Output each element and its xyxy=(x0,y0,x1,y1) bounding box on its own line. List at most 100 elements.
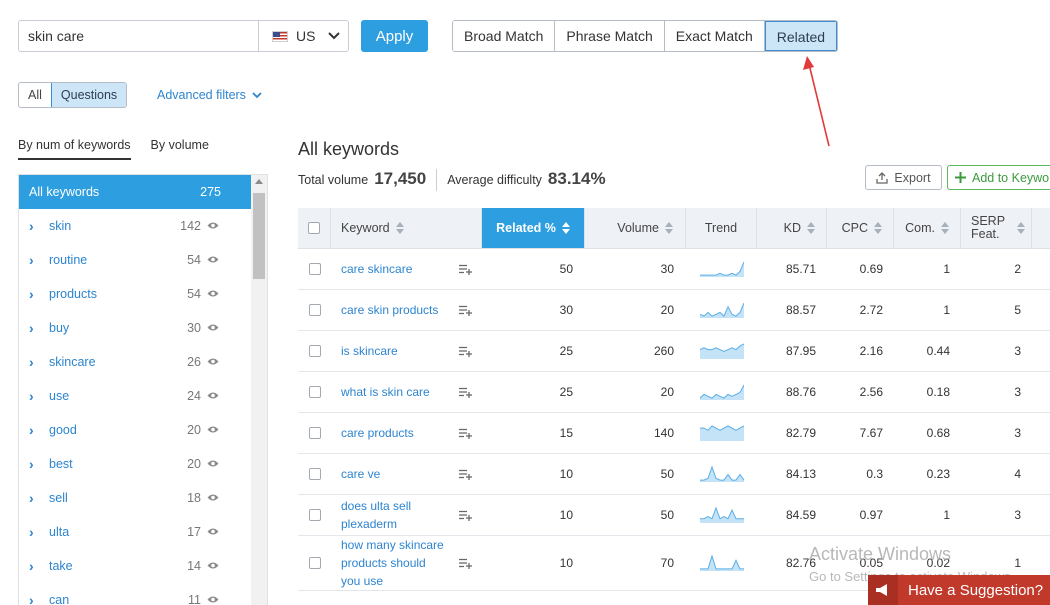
cpc-cell: 7.67 xyxy=(859,426,883,440)
suggestion-button[interactable]: Have a Suggestion? xyxy=(868,575,1050,605)
col-com[interactable]: Com. xyxy=(894,208,961,248)
expand-chevron-icon[interactable]: › xyxy=(29,422,49,438)
expand-chevron-icon[interactable]: › xyxy=(29,524,49,540)
group-item-skin[interactable]: › skin 142 xyxy=(19,209,251,243)
eye-icon[interactable] xyxy=(207,255,221,265)
tab-related[interactable]: Related xyxy=(764,21,838,51)
col-keyword[interactable]: Keyword xyxy=(331,208,482,248)
trend-sparkline xyxy=(686,249,757,289)
group-item-routine[interactable]: › routine 54 xyxy=(19,243,251,277)
col-related[interactable]: Related % xyxy=(482,208,585,248)
group-item-products[interactable]: › products 54 xyxy=(19,277,251,311)
filter-all-button[interactable]: All xyxy=(19,83,51,107)
keyword-link[interactable]: what is skin care xyxy=(341,383,446,401)
add-keywords-label: Add to Keywor xyxy=(972,170,1050,185)
expand-chevron-icon[interactable]: › xyxy=(29,286,49,302)
database-select[interactable]: US xyxy=(259,21,348,51)
group-item-buy[interactable]: › buy 30 xyxy=(19,311,251,345)
expand-chevron-icon[interactable]: › xyxy=(29,456,49,472)
add-to-list-icon[interactable] xyxy=(459,510,472,521)
expand-chevron-icon[interactable]: › xyxy=(29,388,49,404)
eye-icon[interactable] xyxy=(207,425,221,435)
row-checkbox[interactable] xyxy=(308,427,321,439)
row-checkbox[interactable] xyxy=(308,304,321,316)
expand-chevron-icon[interactable]: › xyxy=(29,354,49,370)
group-item-best[interactable]: › best 20 xyxy=(19,447,251,481)
advanced-filters-link[interactable]: Advanced filters xyxy=(157,88,262,102)
keyword-link[interactable]: is skincare xyxy=(341,342,446,360)
group-item-skincare[interactable]: › skincare 26 xyxy=(19,345,251,379)
add-to-list-icon[interactable] xyxy=(459,305,472,316)
col-kd[interactable]: KD xyxy=(757,208,827,248)
row-checkbox[interactable] xyxy=(308,468,321,480)
group-all-keywords[interactable]: All keywords 275 xyxy=(19,175,251,209)
group-item-take[interactable]: › take 14 xyxy=(19,549,251,583)
cpc-cell: 0.97 xyxy=(859,508,883,522)
col-cpc[interactable]: CPC xyxy=(827,208,894,248)
group-item-sell[interactable]: › sell 18 xyxy=(19,481,251,515)
add-to-list-icon[interactable] xyxy=(459,387,472,398)
expand-chevron-icon[interactable]: › xyxy=(29,490,49,506)
row-checkbox[interactable] xyxy=(308,345,321,357)
eye-icon[interactable] xyxy=(207,527,221,537)
row-checkbox[interactable] xyxy=(308,509,321,521)
row-check-cell xyxy=(298,536,331,590)
tab-broad-match[interactable]: Broad Match xyxy=(453,21,556,51)
eye-icon[interactable] xyxy=(207,595,221,605)
expand-chevron-icon[interactable]: › xyxy=(29,252,49,268)
eye-icon[interactable] xyxy=(207,391,221,401)
eye-icon[interactable] xyxy=(207,357,221,367)
keyword-link[interactable]: care skin products xyxy=(341,301,446,319)
expand-chevron-icon[interactable]: › xyxy=(29,592,49,605)
expand-chevron-icon[interactable]: › xyxy=(29,320,49,336)
scrollbar[interactable] xyxy=(251,175,267,605)
tab-by-volume[interactable]: By volume xyxy=(151,138,209,160)
eye-icon[interactable] xyxy=(207,323,221,333)
col-serp[interactable]: SERP Feat. xyxy=(961,208,1032,248)
scroll-thumb[interactable] xyxy=(253,193,265,279)
add-to-list-icon[interactable] xyxy=(459,469,472,480)
row-checkbox[interactable] xyxy=(308,263,321,275)
row-checkbox[interactable] xyxy=(308,557,321,569)
select-all-checkbox[interactable] xyxy=(308,222,320,234)
group-item-can[interactable]: › can 11 xyxy=(19,583,251,605)
page-title: All keywords xyxy=(298,139,400,159)
keyword-link[interactable]: does ulta sell plexaderm xyxy=(341,497,446,533)
expand-chevron-icon[interactable]: › xyxy=(29,558,49,574)
add-to-list-icon[interactable] xyxy=(459,558,472,569)
keyword-search-input[interactable] xyxy=(19,21,259,51)
add-to-keyword-list-button[interactable]: Add to Keywor xyxy=(947,165,1050,190)
group-item-good[interactable]: › good 20 xyxy=(19,413,251,447)
group-item-ulta[interactable]: › ulta 17 xyxy=(19,515,251,549)
group-label: buy xyxy=(49,321,70,335)
group-item-use[interactable]: › use 24 xyxy=(19,379,251,413)
keyword-link[interactable]: how many skincare products should you us… xyxy=(341,536,446,590)
col-volume[interactable]: Volume xyxy=(585,208,686,248)
add-to-list-icon[interactable] xyxy=(459,346,472,357)
keyword-link[interactable]: care ve xyxy=(341,465,446,483)
add-to-list-icon[interactable] xyxy=(459,428,472,439)
row-checkbox[interactable] xyxy=(308,386,321,398)
add-to-list-icon[interactable] xyxy=(459,264,472,275)
eye-icon[interactable] xyxy=(207,221,221,231)
keyword-cell: how many skincare products should you us… xyxy=(331,536,482,590)
red-arrow-annotation xyxy=(803,56,830,147)
keyword-link[interactable]: care skincare xyxy=(341,260,446,278)
expand-chevron-icon[interactable]: › xyxy=(29,218,49,234)
eye-icon[interactable] xyxy=(207,289,221,299)
table-header: Keyword Related % Volume Trend KD CPC Co… xyxy=(298,208,1050,249)
filter-questions-button[interactable]: Questions xyxy=(50,83,127,107)
export-button[interactable]: Export xyxy=(865,165,942,190)
apply-button[interactable]: Apply xyxy=(361,20,428,52)
eye-icon[interactable] xyxy=(207,459,221,469)
scroll-up-arrow-icon[interactable] xyxy=(255,179,263,184)
keyword-link[interactable]: care products xyxy=(341,424,446,442)
table-row: care skin products 30 20 88.57 2.72 1 5 xyxy=(298,290,1050,331)
eye-icon[interactable] xyxy=(207,561,221,571)
tab-by-num-keywords[interactable]: By num of keywords xyxy=(18,138,131,160)
eye-icon[interactable] xyxy=(207,493,221,503)
tab-phrase-match[interactable]: Phrase Match xyxy=(555,21,665,51)
kd-cell: 84.13 xyxy=(785,467,816,481)
group-count: 18 xyxy=(187,491,201,505)
tab-exact-match[interactable]: Exact Match xyxy=(664,21,765,51)
